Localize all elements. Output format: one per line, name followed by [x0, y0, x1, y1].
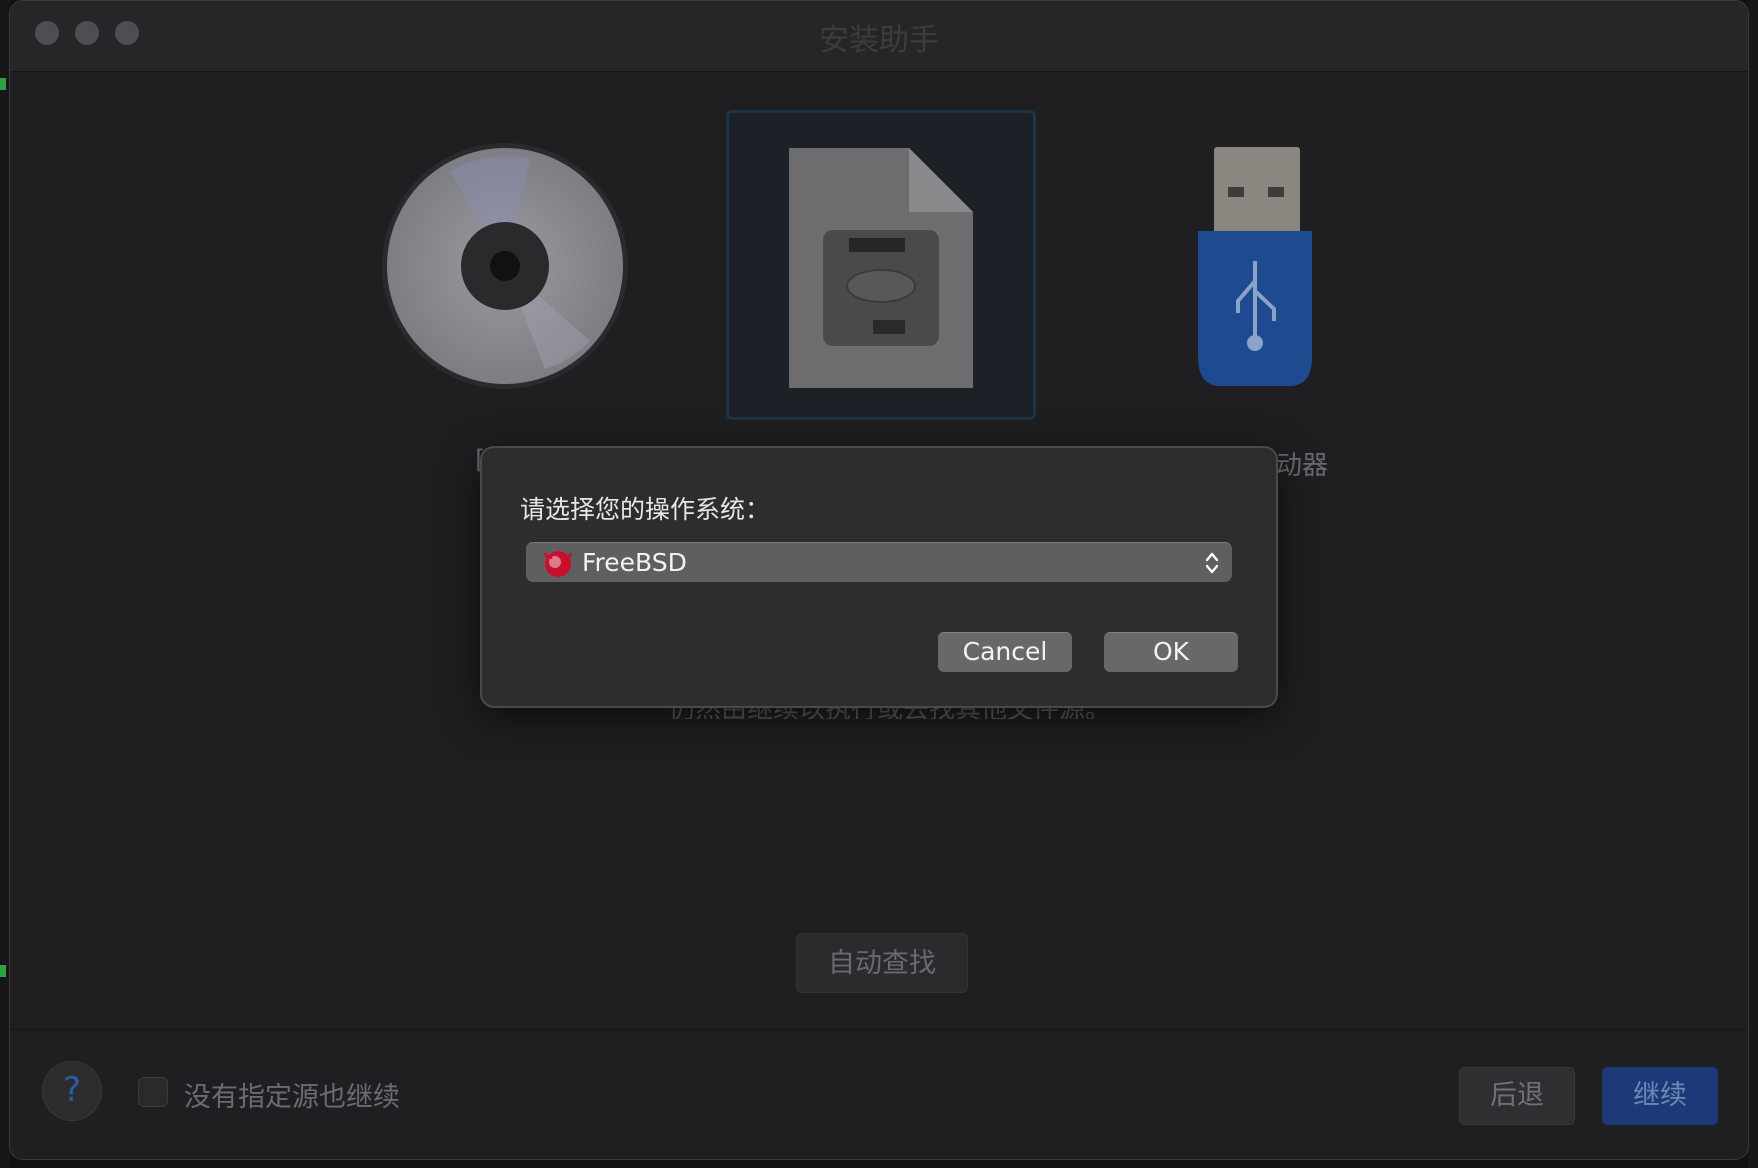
ok-button[interactable]: OK: [1104, 632, 1238, 672]
selected-os-name: FreeBSD: [582, 548, 687, 577]
back-button[interactable]: 后退: [1459, 1067, 1575, 1125]
disk-image-file-icon: [789, 148, 973, 388]
auto-find-button[interactable]: 自动查找: [796, 933, 968, 993]
source-usb-drive[interactable]: [1190, 141, 1320, 391]
cancel-button[interactable]: Cancel: [938, 632, 1072, 672]
title-bar: 安装助手: [10, 1, 1748, 72]
footer-divider: [10, 1029, 1748, 1030]
continue-without-source-checkbox[interactable]: [138, 1077, 168, 1107]
continue-button[interactable]: 继续: [1602, 1067, 1718, 1125]
optical-disc-icon: [382, 143, 628, 389]
background-status-mark: [0, 78, 6, 90]
os-select-dropdown[interactable]: FreeBSD: [526, 542, 1232, 582]
chevron-up-down-icon: [1205, 552, 1219, 574]
source-usb-label: 动器: [1276, 451, 1329, 481]
usb-drive-icon: [1198, 147, 1312, 386]
freebsd-logo-icon: [543, 551, 573, 577]
source-disc[interactable]: [380, 141, 630, 391]
source-image-file[interactable]: [726, 110, 1036, 420]
choose-os-prompt: 请选择您的操作系统：: [520, 495, 771, 524]
background-app-edge-right: [1748, 0, 1758, 1168]
help-button[interactable]: ?: [42, 1061, 102, 1121]
continue-without-source-label: 没有指定源也继续: [184, 1082, 400, 1113]
background-status-mark: [0, 965, 6, 977]
choose-os-dialog: 请选择您的操作系统： FreeBSD Cancel OK: [480, 446, 1278, 708]
window-title: 安装助手: [819, 23, 939, 58]
